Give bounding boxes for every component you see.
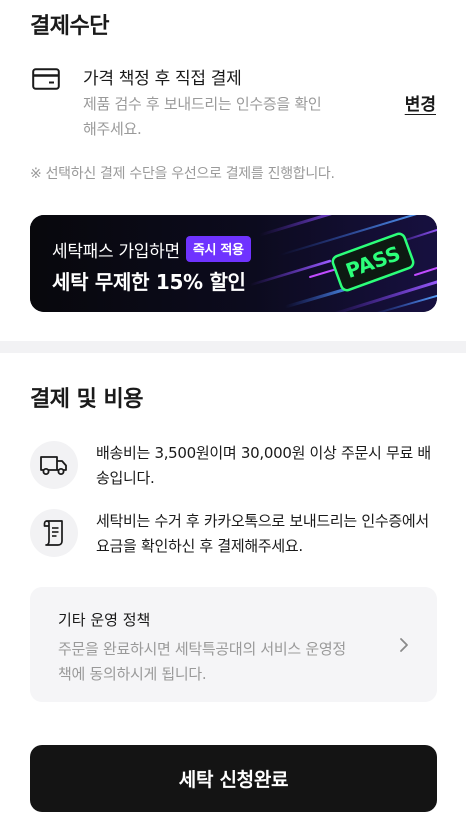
payment-method-desc: 제품 검수 후 보내드리는 인수증을 확인해주세요.	[83, 95, 322, 138]
change-payment-button[interactable]: 변경	[405, 90, 436, 115]
operation-policy-card[interactable]: 기타 운영 정책 주문을 완료하시면 세탁특공대의 서비스 운영정책에 동의하시…	[30, 587, 437, 702]
card-icon	[32, 68, 60, 90]
chevron-right-icon	[400, 638, 408, 652]
delivery-truck-icon	[30, 441, 78, 489]
submit-laundry-request-button[interactable]: 세탁 신청완료	[30, 745, 437, 812]
banner-headline: 세탁패스 가입하면 즉시 적용	[52, 236, 251, 262]
policy-desc: 주문을 완료하시면 세탁특공대의 서비스 운영정책에 동의하시게 됩니다.	[58, 640, 346, 683]
payment-method-title: 결제수단	[30, 14, 109, 39]
receipt-document-icon	[30, 509, 78, 557]
checkout-page: 결제수단 가격 책정 후 직접 결제 제품 검수 후 보내드리는 인수증을 확인…	[0, 0, 466, 828]
banner-background: PASS	[30, 215, 437, 312]
banner-discount-text: 세탁 무제한 15% 할인	[52, 270, 246, 294]
payment-fees-title: 결제 및 비용	[30, 387, 144, 412]
sepass-promo-banner[interactable]: PASS 세탁패스 가입하면 즉시 적용 세탁 무제한 15% 할인	[30, 215, 437, 312]
shipping-info-text: 배송비는 3,500원이며 30,000원 이상 주문시 무료 배송입니다.	[96, 444, 431, 487]
receipt-info-text: 세탁비는 수거 후 카카오톡으로 보내드리는 인수증에서 요금을 확인하신 후 …	[96, 512, 429, 555]
payment-method-label: 가격 책정 후 직접 결제	[83, 69, 242, 89]
policy-title: 기타 운영 정책	[58, 611, 151, 629]
section-divider	[0, 341, 466, 353]
payment-notice: ※ 선택하신 결제 수단을 우선으로 결제를 진행합니다.	[30, 166, 335, 182]
banner-line1-text: 세탁패스 가입하면	[52, 241, 180, 262]
instant-apply-badge: 즉시 적용	[185, 236, 251, 262]
payment-method-row: 가격 책정 후 직접 결제 제품 검수 후 보내드리는 인수증을 확인해주세요.…	[30, 64, 436, 144]
